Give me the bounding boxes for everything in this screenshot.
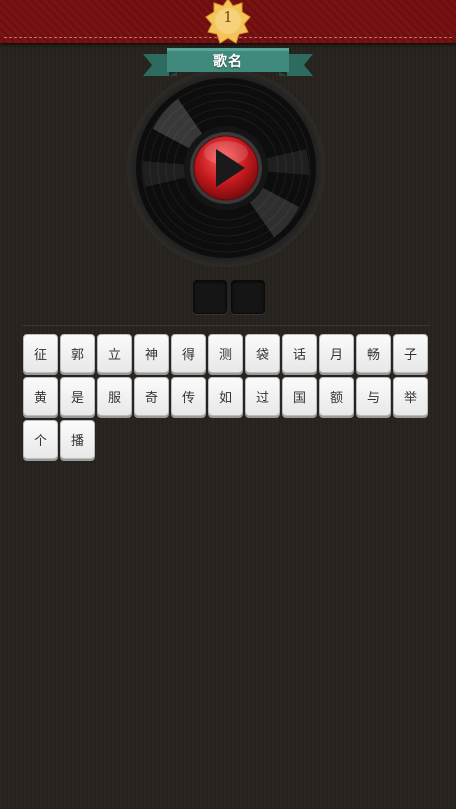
character-key[interactable]: 黄: [23, 377, 58, 416]
character-key[interactable]: 神: [134, 334, 169, 373]
character-key[interactable]: 服: [97, 377, 132, 416]
character-key[interactable]: 国: [282, 377, 317, 416]
level-number: 1: [223, 8, 233, 26]
character-key[interactable]: 征: [23, 334, 58, 373]
vinyl-record: [123, 69, 329, 267]
character-key[interactable]: 过: [245, 377, 280, 416]
character-key[interactable]: 如: [208, 377, 243, 416]
divider: [22, 325, 430, 326]
character-key[interactable]: 是: [60, 377, 95, 416]
character-key[interactable]: 子: [393, 334, 428, 373]
answer-slot[interactable]: [231, 280, 265, 314]
character-key[interactable]: 郭: [60, 334, 95, 373]
character-key[interactable]: 传: [171, 377, 206, 416]
character-key[interactable]: 袋: [245, 334, 280, 373]
character-grid: 征 郭 立 神 得 测 袋 话 月 畅 子 黄 是 服 奇 传 如 过 国 额 …: [23, 334, 433, 459]
level-badge: 1: [204, 0, 252, 46]
character-key[interactable]: 月: [319, 334, 354, 373]
answer-slot[interactable]: [193, 280, 227, 314]
character-key[interactable]: 额: [319, 377, 354, 416]
character-key[interactable]: 播: [60, 420, 95, 459]
character-key[interactable]: 测: [208, 334, 243, 373]
song-title-label: 歌名: [213, 54, 243, 70]
character-key[interactable]: 与: [356, 377, 391, 416]
character-key[interactable]: 奇: [134, 377, 169, 416]
character-key[interactable]: 举: [393, 377, 428, 416]
play-button[interactable]: [193, 135, 259, 201]
character-key[interactable]: 个: [23, 420, 58, 459]
character-key[interactable]: 得: [171, 334, 206, 373]
character-key[interactable]: 立: [97, 334, 132, 373]
answer-slots: [193, 280, 265, 314]
character-key[interactable]: 畅: [356, 334, 391, 373]
song-title-ribbon: 歌名: [143, 46, 313, 80]
character-key[interactable]: 话: [282, 334, 317, 373]
